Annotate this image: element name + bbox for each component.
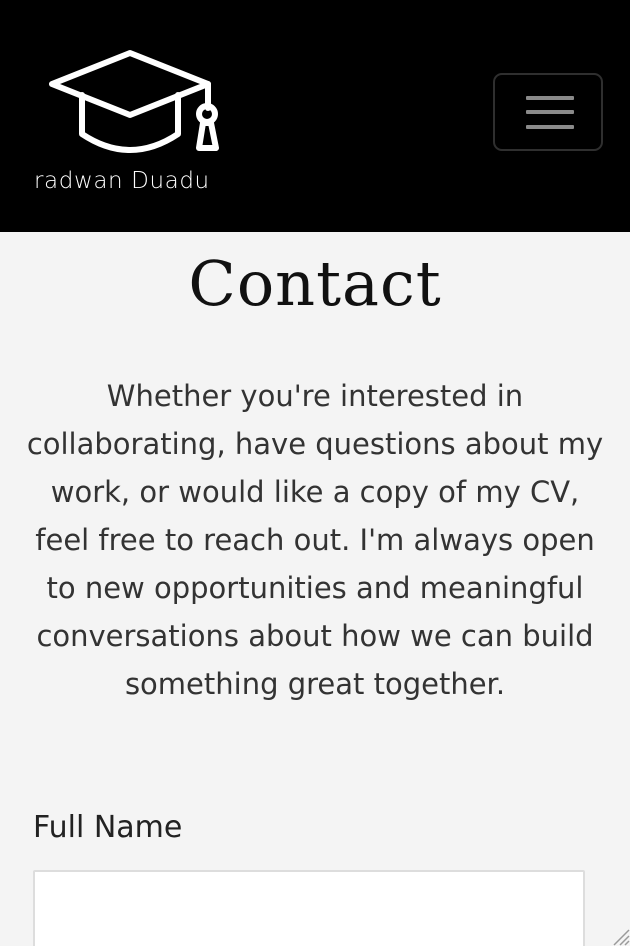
resize-grip-icon[interactable] [608,924,630,946]
nav-toggle-button[interactable] [493,73,603,151]
page: radwan Duadu Contact Whether you're inte… [0,0,630,946]
intro-text: Whether you're interested in collaborati… [26,379,604,701]
brand-name: radwan Duadu [34,168,210,194]
navbar: radwan Duadu [0,0,630,232]
graduation-cap-icon [48,48,228,163]
full-name-input[interactable] [33,870,585,946]
page-title: Contact [188,247,442,320]
full-name-label: Full Name [33,810,183,845]
brand-link[interactable]: radwan Duadu [28,44,243,194]
